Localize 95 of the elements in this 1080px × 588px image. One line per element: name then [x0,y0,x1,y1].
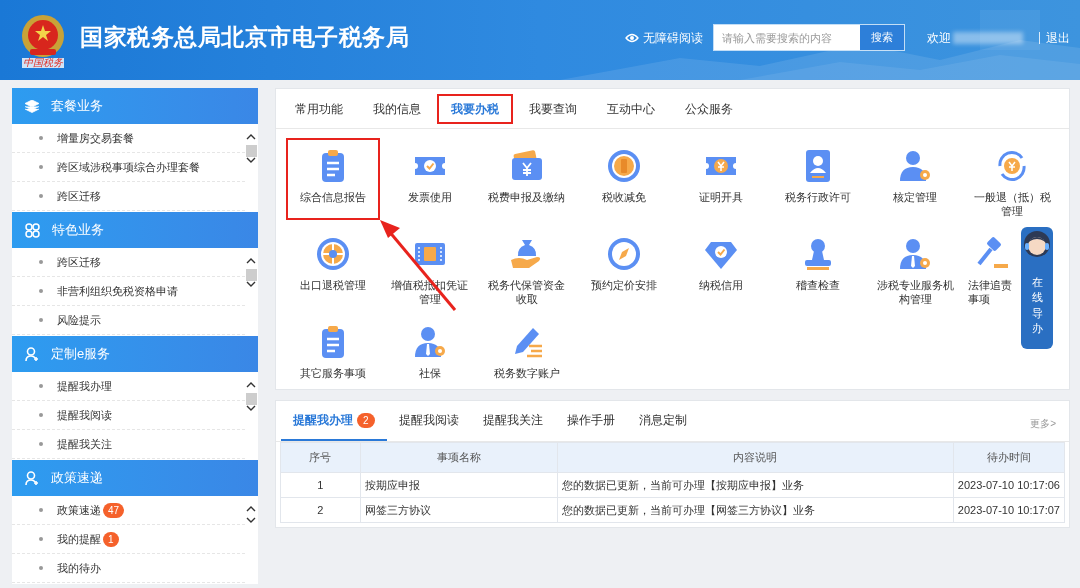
bullet-icon [39,318,43,322]
eye-icon [625,32,639,43]
scroll-up-icon[interactable] [246,258,256,264]
table-cell: 2 [280,497,361,523]
scroll-up-icon[interactable] [246,506,256,512]
bullet-icon [39,289,43,293]
accessibility-link[interactable]: 无障碍阅读 [625,28,703,47]
count-badge: 47 [103,502,125,518]
bullet-icon [39,413,43,417]
sidebar-link[interactable]: 增量房交易套餐 [57,129,134,147]
sidebar-link[interactable]: 风险提示 [57,311,101,329]
welcome-text: 欢迎 [927,29,951,47]
service-item[interactable]: 税费申报及缴纳 [479,138,574,220]
coin-icon [605,148,642,184]
sidebar-link[interactable]: 跨区域涉税事项综合办理套餐 [57,158,200,176]
column-header: 待办时间 [953,442,1065,473]
column-header: 事项名称 [360,442,558,473]
scrollbar-thumb[interactable] [245,269,257,281]
service-item[interactable]: 法律追责事项 [965,226,1018,308]
scrollbar-thumb[interactable] [245,145,257,157]
bullet-icon [39,165,43,169]
service-item[interactable]: 核定管理 [868,138,963,220]
tab[interactable]: 我要办税 [437,93,513,124]
tab[interactable]: 常用功能 [281,93,357,124]
count-badge: 1 [103,531,119,547]
sidebar-link[interactable]: 提醒我办理 [57,377,112,395]
service-item[interactable]: 发票使用 [382,138,477,220]
tab[interactable]: 提醒我关注 [470,401,555,441]
sidebar-link[interactable]: 跨区迁移 [57,187,101,205]
service-item[interactable]: 证明开具 [674,138,769,220]
table-cell: 按期应申报 [360,472,558,498]
site-title: 国家税务总局北京市电子税务局 [80,22,409,52]
column-header: 内容说明 [557,442,954,473]
service-item[interactable]: 税务代保管资金收取 [479,226,574,308]
layers-icon [25,99,39,113]
compass-icon [605,236,642,272]
scroll-down-icon[interactable] [246,281,256,287]
table-cell: 1 [280,472,361,498]
sidebar-link[interactable]: 政策速递 47 [57,501,125,519]
bullet-icon [39,566,43,570]
service-item[interactable]: 一般退（抵）税管理 [965,138,1060,220]
table-cell: 网签三方协议 [360,497,558,523]
bullet-icon [39,508,43,512]
tab[interactable]: 操作手册 [554,401,627,441]
service-item[interactable]: 税收减免 [576,138,671,220]
tab[interactable]: 提醒我办理 2 [281,401,387,441]
tab[interactable]: 我要查询 [515,93,591,124]
tab[interactable]: 消息定制 [626,401,699,441]
service-item[interactable]: 出口退税管理 [285,226,380,308]
service-item[interactable]: 稽查检查 [771,226,866,308]
globe-icon [314,236,351,272]
bullet-icon [39,136,43,140]
bullet-icon [39,537,43,541]
sidebar-link[interactable]: 我的提醒 1 [57,530,119,548]
service-item[interactable]: 税务数字账户 [479,314,574,396]
service-item[interactable]: 其它服务事项 [285,314,380,396]
service-item[interactable]: 预约定价安排 [576,226,671,308]
scroll-down-icon[interactable] [246,157,256,163]
service-item[interactable]: 纳税信用 [674,226,769,308]
bullet-icon [39,442,43,446]
service-item[interactable]: 涉税专业服务机构管理 [868,226,963,308]
emblem-icon [20,12,66,59]
scroll-down-icon[interactable] [246,517,256,523]
table-cell: 2023-07-10 10:17:07 [953,497,1065,523]
user-add-icon [25,470,39,486]
sidebar-link[interactable]: 跨区迁移 [57,253,101,271]
grid-circles-icon [25,222,40,238]
tab[interactable]: 提醒我阅读 [386,401,471,441]
sidebar-link[interactable]: 我的待办 [57,559,101,577]
user-add-icon [25,346,39,362]
service-item[interactable]: 综合信息报告 [285,138,380,220]
bullet-icon [39,384,43,388]
tab[interactable]: 公众服务 [671,93,747,124]
table-cell: 您的数据已更新，当前可办理【网签三方协议】业务 [557,497,954,523]
tab[interactable]: 我的信息 [359,93,435,124]
scrollbar-thumb[interactable] [245,393,257,405]
tab[interactable]: 互动中心 [593,93,669,124]
logo-caption: 中国税务 [22,57,64,68]
online-guide-button[interactable]: 在线导办 [1021,227,1053,349]
scroll-up-icon[interactable] [246,382,256,388]
column-header: 序号 [280,442,361,473]
count-badge: 2 [357,412,375,428]
table-cell: 您的数据已更新，当前可办理【按期应申报】业务 [557,472,954,498]
redacted-name [953,31,1023,44]
service-item[interactable]: 社保 [382,314,477,396]
scroll-down-icon[interactable] [246,405,256,411]
scroll-up-icon[interactable] [246,134,256,140]
table-cell: 2023-07-10 10:17:06 [953,472,1065,498]
support-agent-icon [1022,229,1052,259]
sidebar-link[interactable]: 提醒我阅读 [57,406,112,424]
sidebar-link[interactable]: 非营利组织免税资格申请 [57,282,178,300]
sidebar-link[interactable]: 提醒我关注 [57,435,112,453]
bullet-icon [39,194,43,198]
bullet-icon [39,260,43,264]
service-item[interactable]: 税务行政许可 [771,138,866,220]
